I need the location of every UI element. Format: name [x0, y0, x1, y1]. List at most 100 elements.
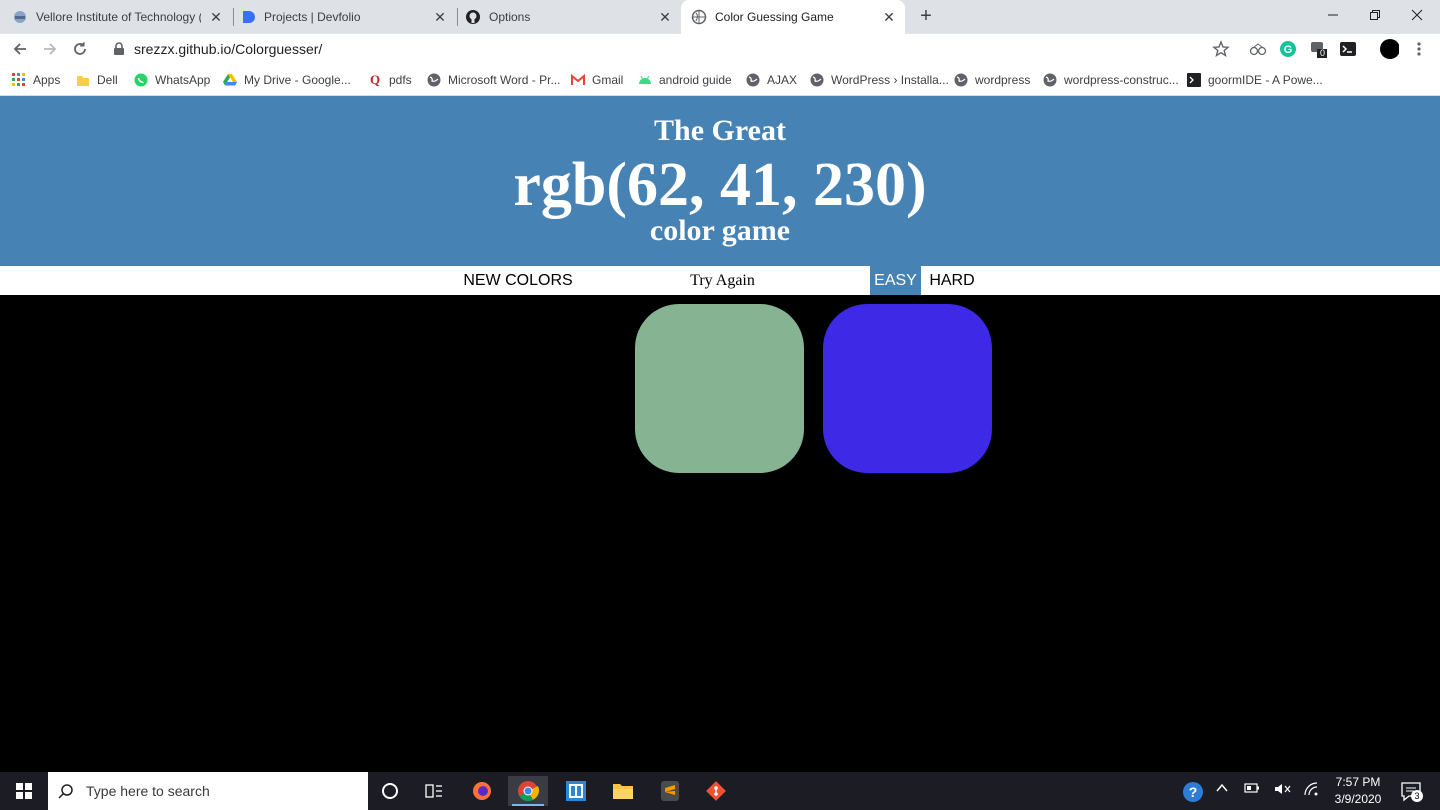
bookmarks-bar: Apps Dell WhatsApp My Drive - Google... … — [0, 64, 1440, 96]
notifications-icon[interactable]: 3 — [1400, 780, 1423, 805]
tab-title: Projects | Devfolio — [264, 10, 361, 24]
color-square[interactable] — [823, 304, 992, 473]
address-bar[interactable]: srezzx.github.io/Colorguesser/ — [104, 35, 1240, 63]
firefox-icon[interactable] — [462, 776, 502, 806]
bookmark-label: pdfs — [389, 73, 412, 87]
bookmark-label: Microsoft Word - Pr... — [448, 73, 561, 87]
app-launcher-icon[interactable] — [556, 776, 596, 806]
game-header: The Great rgb(62, 41, 230) color game — [0, 96, 1440, 266]
tab-title: Vellore Institute of Technology (V — [36, 10, 201, 24]
cortana-icon[interactable] — [370, 776, 410, 806]
battery-icon[interactable] — [1244, 782, 1260, 797]
page-content: The Great rgb(62, 41, 230) color game NE… — [0, 96, 1440, 772]
bookmark-ajax[interactable]: AJAX — [746, 71, 797, 89]
hard-mode-button[interactable]: HARD — [924, 266, 980, 295]
easy-mode-button[interactable]: EASY — [870, 266, 921, 295]
bookmark-label: Gmail — [592, 73, 624, 87]
google-drive-icon — [223, 73, 237, 87]
globe-icon — [954, 73, 968, 87]
close-tab-icon[interactable]: ✕ — [432, 9, 448, 25]
taskbar-search-box[interactable]: Type here to search — [48, 772, 368, 810]
terminal-extension-icon[interactable] — [1338, 39, 1358, 59]
bookmark-android-guide[interactable]: android guide — [638, 71, 732, 89]
lock-icon — [113, 42, 125, 61]
bookmark-label: Dell — [97, 73, 118, 87]
help-icon[interactable]: ? — [1182, 781, 1204, 806]
bookmark-label: wordpress-construc... — [1064, 73, 1179, 87]
bookmark-label: Apps — [33, 73, 61, 87]
grammarly-icon[interactable]: G — [1278, 39, 1298, 59]
target-color-display: rgb(62, 41, 230) — [513, 151, 927, 219]
tab-separator — [233, 8, 234, 26]
tab-title: Color Guessing Game — [715, 10, 834, 24]
gmail-icon — [571, 73, 585, 87]
git-icon[interactable] — [696, 776, 736, 806]
file-explorer-icon[interactable] — [603, 776, 643, 806]
clock-date[interactable]: 3/9/2020 — [1330, 792, 1386, 806]
bookmark-star-icon[interactable] — [1212, 40, 1230, 63]
new-colors-button[interactable]: NEW COLORS — [458, 266, 578, 295]
android-icon — [638, 73, 652, 87]
vit-favicon-icon — [12, 9, 28, 25]
bookmark-goormide[interactable]: goormIDE - A Powe... — [1187, 71, 1323, 89]
clock-time[interactable]: 7:57 PM — [1330, 775, 1386, 789]
tab-color-game[interactable]: Color Guessing Game ✕ — [681, 0, 905, 34]
globe-icon — [1043, 73, 1057, 87]
extension-icon[interactable] — [1248, 39, 1268, 59]
close-tab-icon[interactable]: ✕ — [657, 9, 673, 25]
tab-devfolio[interactable]: Projects | Devfolio ✕ — [240, 0, 456, 34]
search-icon — [58, 783, 74, 799]
new-tab-button[interactable]: + — [914, 5, 938, 29]
sublime-text-icon[interactable] — [650, 776, 690, 806]
bookmark-google-drive[interactable]: My Drive - Google... — [223, 71, 351, 89]
close-tab-icon[interactable]: ✕ — [208, 9, 224, 25]
wifi-icon[interactable] — [1304, 782, 1320, 799]
bookmark-label: WordPress › Installa... — [831, 73, 949, 87]
bookmark-label: WhatsApp — [155, 73, 211, 87]
taskbar: Type here to search ? 7:57 PM 3/9/2020 3 — [0, 772, 1440, 810]
bookmark-label: android guide — [659, 73, 732, 87]
back-arrow-icon[interactable] — [10, 39, 30, 59]
bookmark-wordpress[interactable]: wordpress — [954, 71, 1030, 89]
quora-icon: Q — [369, 72, 381, 87]
search-placeholder: Type here to search — [86, 783, 210, 799]
bookmark-gmail[interactable]: Gmail — [571, 71, 623, 89]
task-view-icon[interactable] — [414, 776, 454, 806]
bookmark-label: My Drive - Google... — [244, 73, 351, 87]
reload-icon[interactable] — [70, 39, 90, 59]
title-top: The Great — [654, 114, 786, 147]
devfolio-favicon-icon — [240, 9, 256, 25]
bookmark-label: wordpress — [975, 73, 1031, 87]
minimize-button[interactable] — [1310, 0, 1356, 30]
notification-count: 3 — [1411, 790, 1423, 802]
browser-toolbar: srezzx.github.io/Colorguesser/ G 0 — [0, 34, 1440, 64]
globe-icon — [746, 73, 760, 87]
bookmark-whatsapp[interactable]: WhatsApp — [134, 71, 210, 89]
bookmark-label: AJAX — [767, 73, 798, 87]
windows-start-icon[interactable] — [4, 776, 44, 806]
bookmark-dell[interactable]: Dell — [76, 71, 118, 89]
bookmark-microsoft-word[interactable]: Microsoft Word - Pr... — [427, 71, 560, 89]
title-bottom: color game — [649, 214, 791, 247]
bookmark-wordpress-construction[interactable]: wordpress-construc... — [1043, 71, 1179, 89]
speaker-muted-icon[interactable] — [1274, 782, 1292, 799]
tab-options[interactable]: Options ✕ — [465, 0, 681, 34]
tab-strip: Vellore Institute of Technology (V ✕ Pro… — [0, 0, 1440, 34]
close-window-button[interactable] — [1394, 0, 1440, 30]
restore-button[interactable] — [1352, 0, 1398, 30]
bookmark-label: goormIDE - A Powe... — [1208, 73, 1323, 87]
more-menu-icon[interactable] — [1409, 39, 1429, 59]
chevron-up-icon[interactable] — [1216, 782, 1228, 797]
extension-badge-icon[interactable]: 0 — [1308, 39, 1328, 59]
profile-avatar-icon[interactable] — [1379, 39, 1399, 59]
color-square[interactable] — [635, 304, 804, 473]
bookmark-apps[interactable]: Apps — [12, 71, 60, 89]
chrome-icon[interactable] — [508, 776, 548, 806]
forward-arrow-icon[interactable] — [40, 39, 60, 59]
bookmark-wordpress-install[interactable]: WordPress › Installa... — [810, 71, 949, 89]
tab-vit[interactable]: Vellore Institute of Technology (V ✕ — [12, 0, 232, 34]
close-tab-icon[interactable]: ✕ — [881, 9, 897, 25]
bookmark-pdfs[interactable]: Q pdfs — [368, 71, 412, 89]
globe-icon — [810, 73, 824, 87]
svg-text:?: ? — [1189, 784, 1198, 800]
